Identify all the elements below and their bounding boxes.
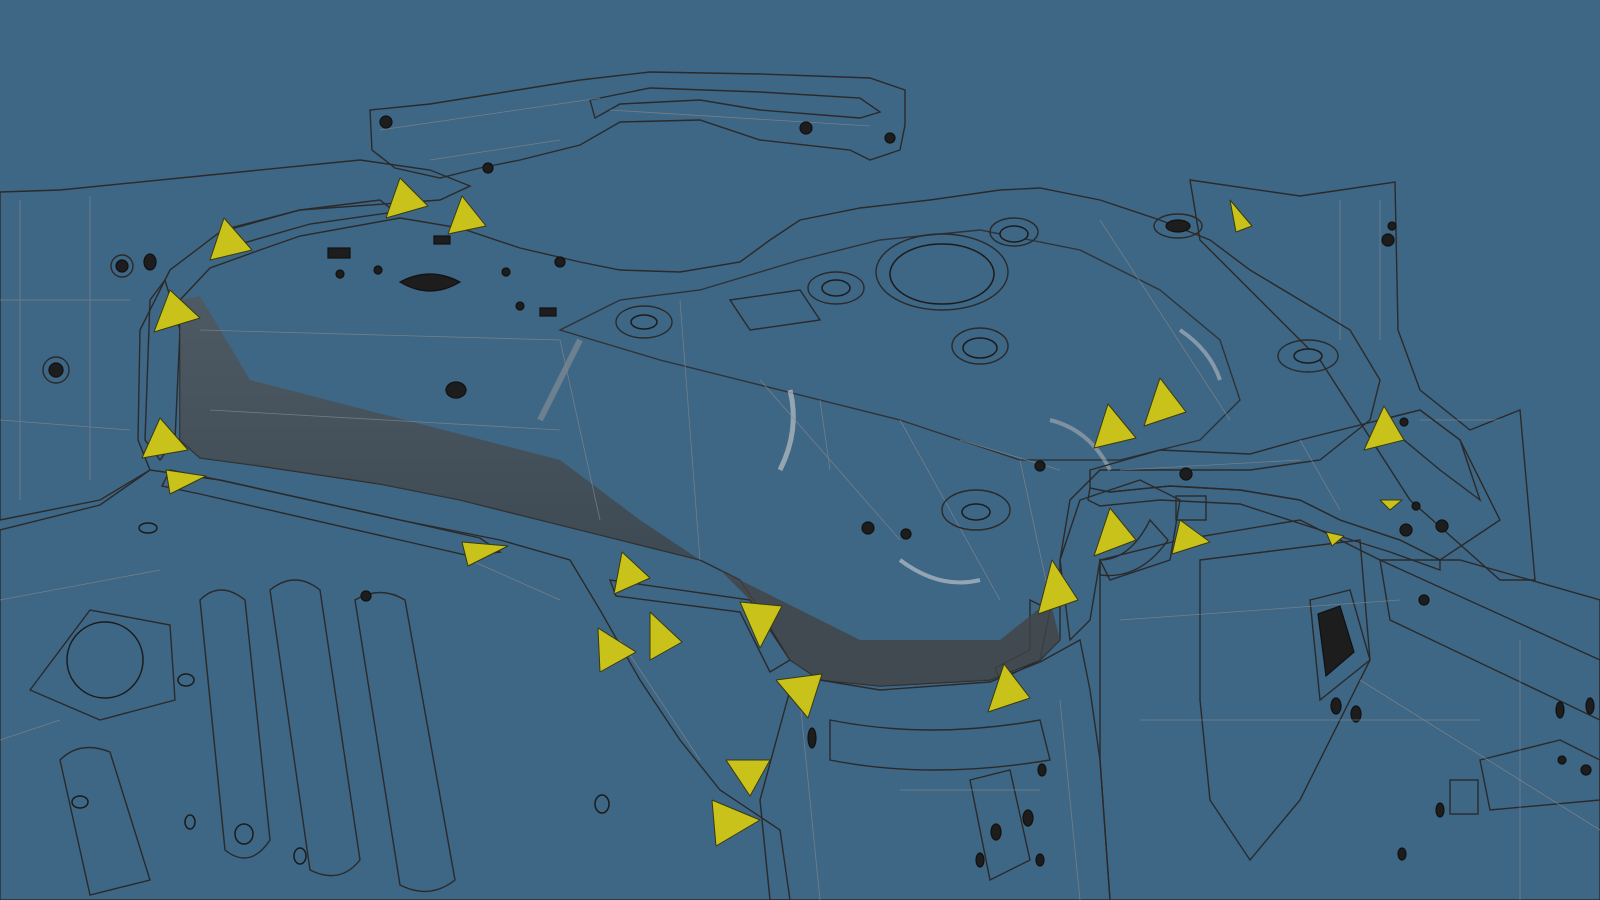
floor-hole	[71, 795, 89, 809]
weld-point-triangle-icon[interactable]	[725, 759, 771, 797]
weld-point-triangle-icon[interactable]	[1229, 199, 1253, 233]
weld-point-triangle-icon[interactable]	[1037, 559, 1079, 615]
floor-large-hole	[66, 621, 144, 699]
weld-point-triangle-icon[interactable]	[775, 673, 823, 719]
floor-hole	[138, 522, 158, 534]
flange-hole	[884, 132, 896, 144]
upper-flange-panel[interactable]	[369, 71, 906, 179]
weld-point-triangle-icon[interactable]	[1093, 403, 1137, 449]
boss-hole	[999, 225, 1029, 243]
top-slot	[327, 247, 351, 259]
weld-point-triangle-icon[interactable]	[447, 195, 487, 235]
weld-point-triangle-icon[interactable]	[597, 627, 637, 673]
floor-panel[interactable]	[0, 469, 791, 900]
floor-hole	[177, 673, 195, 687]
wall-hole	[1387, 221, 1397, 231]
flange-hole	[799, 121, 813, 135]
wall-hole	[115, 259, 129, 273]
weld-markers	[141, 177, 1405, 847]
wall-slot	[143, 253, 157, 271]
top-slot	[398, 273, 462, 292]
rail-end-bracket	[1479, 739, 1600, 811]
mounting-bracket[interactable]	[1087, 409, 1501, 571]
weld-point-triangle-icon[interactable]	[1171, 519, 1211, 555]
assembly-render[interactable]	[0, 0, 1600, 900]
floor-hole	[184, 814, 196, 830]
boss-hole	[1293, 348, 1323, 364]
side-hole	[445, 381, 467, 399]
weld-point-triangle-icon[interactable]	[613, 551, 651, 595]
right-side-wall[interactable]	[1189, 179, 1536, 581]
boss-hole	[961, 503, 991, 521]
right-side-member[interactable]	[1099, 519, 1600, 900]
cad-viewport[interactable]	[0, 0, 1600, 900]
floor-hole	[293, 847, 307, 865]
top-slot	[539, 307, 557, 317]
weld-point-triangle-icon[interactable]	[385, 177, 429, 219]
weld-point-triangle-icon[interactable]	[1363, 405, 1405, 451]
wall-hole	[48, 362, 64, 378]
weld-point-triangle-icon[interactable]	[711, 799, 761, 847]
top-slot	[433, 235, 451, 245]
flange-hole	[379, 115, 393, 129]
weld-point-triangle-icon[interactable]	[649, 611, 683, 661]
floor-hole	[594, 794, 610, 814]
strut-mount-hole	[889, 243, 995, 305]
boss-hole	[962, 337, 998, 359]
floor-hole	[360, 590, 372, 602]
boss-hole	[1165, 219, 1191, 233]
wall-hole	[1381, 233, 1395, 247]
floor-hole	[234, 823, 254, 845]
weld-point-triangle-icon[interactable]	[1143, 377, 1187, 427]
weld-point-triangle-icon[interactable]	[461, 541, 509, 567]
boss-hole	[821, 279, 851, 297]
flange-hole	[482, 162, 494, 174]
inner-support-pillar[interactable]	[1059, 479, 1207, 642]
weld-point-triangle-icon[interactable]	[1379, 499, 1403, 511]
boss-hole	[630, 314, 658, 330]
